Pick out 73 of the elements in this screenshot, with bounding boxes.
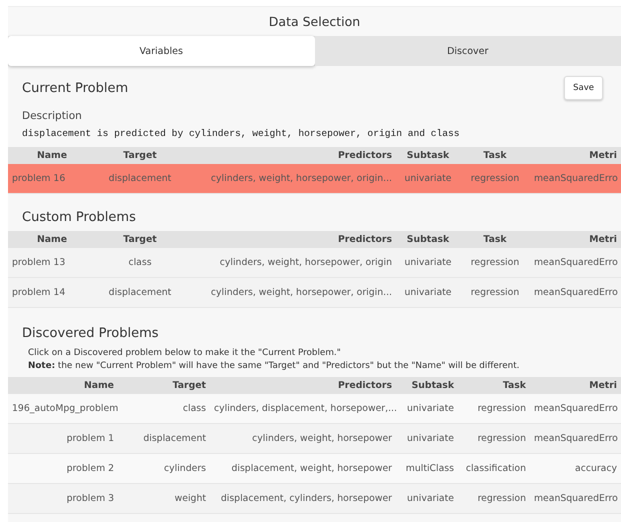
description-label: Description bbox=[21, 109, 83, 124]
table-cell-text: displacement, cylinders, horsepower bbox=[220, 493, 393, 504]
table-cell-text: class bbox=[182, 403, 207, 414]
column-header: Task bbox=[502, 380, 527, 391]
column-header: Metri bbox=[588, 380, 618, 391]
column-header: Predictors bbox=[336, 380, 393, 391]
column-header: Subtask bbox=[410, 380, 455, 391]
table-cell-text: cylinders, weight, horsepower bbox=[251, 433, 393, 444]
column-header: Name bbox=[82, 380, 115, 391]
table-cell-text: 196_autoMpg_problem bbox=[11, 403, 118, 414]
table-cell-text: problem 14 bbox=[11, 287, 66, 298]
table-row[interactable]: problem 1 displacement cylinders, weight, horsepower univariate regression meanSquaredErro bbox=[8, 424, 621, 454]
description-text: displacement is predicted by cylinders, weight, horsepower, origin and class bbox=[21, 128, 461, 141]
table-cell-text: univariate bbox=[403, 257, 453, 268]
table-cell-text: meanSquaredErro bbox=[533, 287, 619, 298]
table-cell-text: multiClass bbox=[404, 463, 455, 474]
table-cell-text: problem 1 bbox=[66, 433, 115, 444]
table-cell-text: regression bbox=[476, 403, 527, 414]
column-header: Metri bbox=[588, 150, 618, 161]
table-cell-text: cylinders bbox=[163, 463, 207, 474]
table-row[interactable]: problem 14 displacement cylinders, weight, horsepower, origin... univariate regression meanSquaredErro bbox=[8, 278, 621, 308]
column-header: Task bbox=[482, 150, 508, 161]
table-cell-text: cylinders, displacement, horsepower,... bbox=[213, 403, 396, 414]
table-cell-text: classification bbox=[464, 463, 527, 474]
table-cell-text: univariate bbox=[406, 433, 455, 444]
table-cell-text: meanSquaredErro bbox=[533, 433, 619, 444]
column-header: Subtask bbox=[406, 234, 450, 245]
table-cell-text: displacement, weight, horsepower bbox=[230, 463, 393, 474]
column-header: Target bbox=[122, 150, 158, 161]
table-cell-text: regression bbox=[476, 493, 527, 504]
table-cell-text: univariate bbox=[406, 493, 455, 504]
column-header: Target bbox=[172, 380, 207, 391]
column-header: Target bbox=[122, 234, 158, 245]
table-cell-text: regression bbox=[470, 287, 520, 298]
table-cell-text: problem 2 bbox=[66, 463, 115, 474]
column-header: Subtask bbox=[406, 150, 450, 161]
table-cell-text: regression bbox=[476, 433, 527, 444]
table-cell-text: meanSquaredErro bbox=[533, 257, 619, 268]
section-heading: Current Problem bbox=[22, 80, 128, 96]
table-cell-text: meanSquaredErro bbox=[533, 403, 619, 414]
table-cell-text: cylinders, weight, horsepower, origin... bbox=[210, 287, 393, 298]
column-header: Predictors bbox=[336, 234, 393, 245]
table-cell-text: meanSquaredErro bbox=[533, 493, 619, 504]
section-heading: Discovered Problems bbox=[21, 326, 160, 341]
column-header: Predictors bbox=[336, 150, 393, 161]
table-cell-text: displacement bbox=[108, 173, 172, 184]
table-cell-text: accuracy bbox=[574, 463, 618, 474]
note-text: Note: the new "Current Problem" will have the same "Target" and "Predictors" but the "Name" will be different. bbox=[27, 360, 520, 373]
save-button[interactable]: Save bbox=[564, 76, 603, 100]
tab[interactable]: Variables bbox=[8, 36, 314, 66]
table-cell-text: displacement bbox=[142, 433, 207, 444]
table-cell-text: regression bbox=[470, 173, 520, 184]
column-header: Name bbox=[36, 234, 68, 245]
column-header: Task bbox=[482, 234, 508, 245]
instruction-text: Click on a Discovered problem below to make it the "Current Problem." bbox=[27, 347, 342, 360]
table-cell-text: problem 3 bbox=[66, 493, 115, 504]
table-cell-text: univariate bbox=[406, 403, 455, 414]
table-cell-text: weight bbox=[174, 493, 207, 504]
column-header: Metri bbox=[588, 234, 618, 245]
section-heading: Custom Problems bbox=[21, 210, 137, 225]
table-cell-text: univariate bbox=[403, 173, 453, 184]
table-cell-text: meanSquaredErro bbox=[533, 173, 619, 184]
table-row[interactable]: problem 13 class cylinders, weight, horsepower, origin univariate regression meanSquaredErro bbox=[8, 248, 621, 278]
table-cell-text: problem 16 bbox=[11, 173, 66, 184]
table-cell-text: class bbox=[127, 257, 153, 268]
table-cell-text: cylinders, weight, horsepower, origin bbox=[218, 257, 393, 268]
table-cell-text: cylinders, weight, horsepower, origin... bbox=[210, 173, 393, 184]
table-cell-text: regression bbox=[470, 257, 520, 268]
column-header: Name bbox=[36, 150, 68, 161]
table-cell-text: displacement bbox=[108, 287, 172, 298]
table-row[interactable]: problem 3 weight displacement, cylinders, horsepower univariate regression meanSquaredErro bbox=[8, 484, 621, 514]
table-cell-text: problem 13 bbox=[11, 257, 66, 268]
table-cell-text: univariate bbox=[403, 287, 453, 298]
